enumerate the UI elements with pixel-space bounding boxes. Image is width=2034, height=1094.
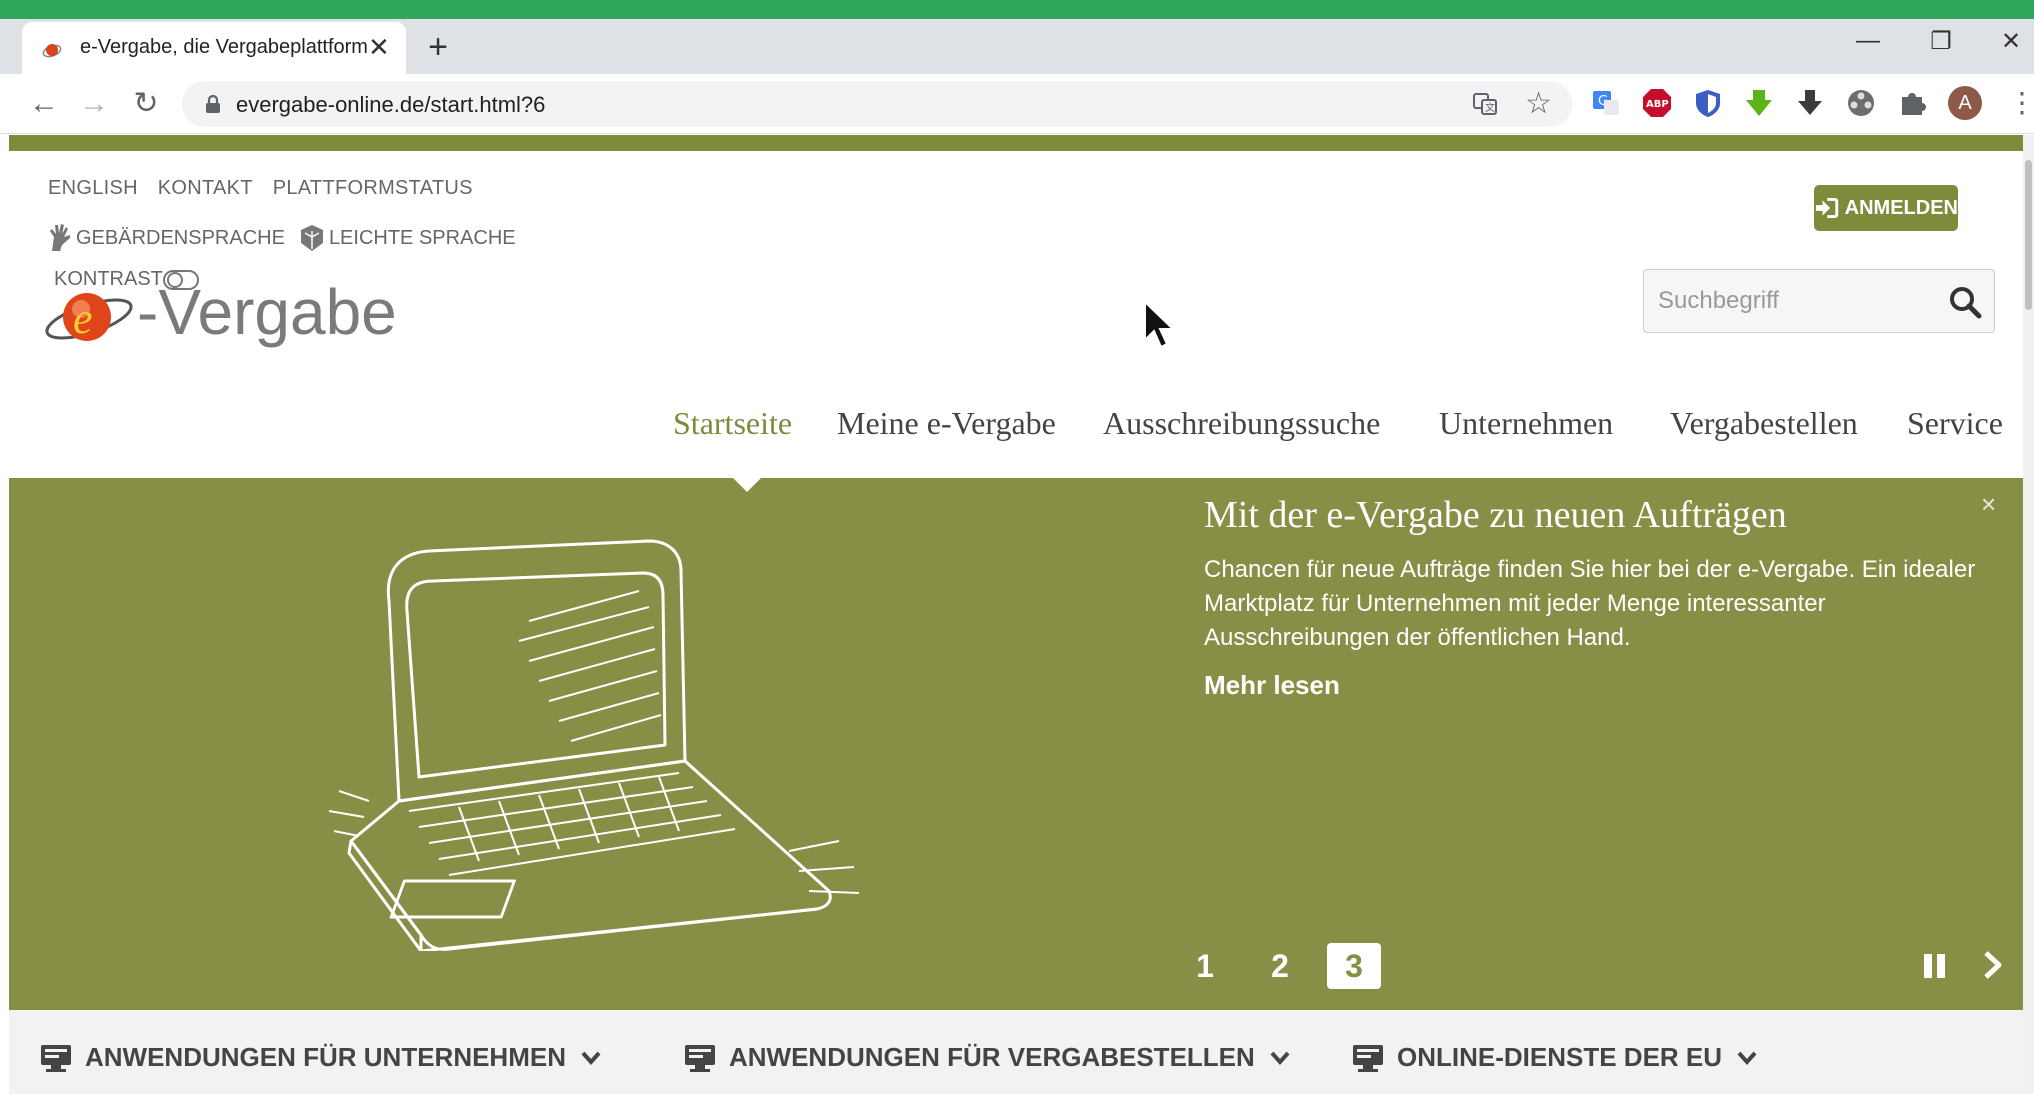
browser-menu-icon[interactable]: ⋮ — [2008, 86, 2034, 119]
window-top-strip — [0, 0, 2034, 19]
restore-button[interactable]: ❐ — [1916, 27, 1966, 56]
chevron-down-icon — [1270, 1051, 1290, 1065]
green-download-icon[interactable] — [1743, 87, 1775, 119]
forward-arrow-icon[interactable]: → — [74, 84, 114, 124]
hero-text: Chancen für neue Aufträge finden Sie hie… — [1204, 556, 1976, 651]
next-slide-icon[interactable] — [1981, 949, 2005, 981]
nav-vergabestellen[interactable]: Vergabestellen — [1670, 405, 1858, 442]
slide-pager-2[interactable]: 2 — [1253, 943, 1307, 989]
link-leichte-sprache[interactable]: LEICHTE SPRACHE — [299, 223, 516, 253]
contrast-toggle-icon — [162, 269, 199, 290]
web-page: ENGLISH KONTAKT PLATTFORMSTATUS GEBÄRDEN… — [9, 135, 2023, 1094]
pause-icon[interactable] — [1923, 953, 1947, 979]
back-arrow-icon[interactable]: ← — [24, 84, 64, 124]
header-accent-strip — [9, 135, 2023, 151]
link-plattformstatus[interactable]: PLATTFORMSTATUS — [273, 177, 473, 199]
contrast-toggle[interactable]: KONTRAST — [54, 268, 199, 291]
hero-read-more-link[interactable]: Mehr lesen — [1204, 670, 1340, 701]
laptop-illustration — [328, 539, 860, 951]
gebaerdensprache-label: GEBÄRDENSPRACHE — [76, 226, 285, 249]
link-gebaerdensprache[interactable]: GEBÄRDENSPRACHE — [48, 223, 285, 253]
browser-tab[interactable]: e-Vergabe, die Vergabeplattform ✕ — [22, 22, 406, 74]
link-english[interactable]: ENGLISH — [48, 177, 138, 199]
bookmark-star-icon[interactable]: ☆ — [1525, 86, 1552, 121]
page-scrollbar-thumb[interactable] — [2025, 160, 2032, 310]
browser-tab-bar: e-Vergabe, die Vergabeplattform ✕ + — ❐ … — [0, 19, 2034, 74]
computer-icon — [41, 1044, 71, 1072]
download-icon[interactable] — [1794, 87, 1826, 119]
google-translate-icon[interactable]: G — [1590, 87, 1622, 119]
chevron-down-icon — [581, 1051, 601, 1065]
svg-text:ABP: ABP — [1646, 99, 1669, 110]
nav-active-indicator — [733, 478, 761, 492]
dropdown-anwendungen-vergabestellen[interactable]: ANWENDUNGEN FÜR VERGABESTELLEN — [683, 1042, 1303, 1073]
dropdown-anwendungen-unternehmen[interactable]: ANWENDUNGEN FÜR UNTERNEHMEN — [39, 1042, 614, 1073]
minimize-button[interactable]: — — [1843, 27, 1893, 55]
search-icon[interactable] — [1948, 285, 1982, 319]
lock-icon — [206, 94, 220, 113]
search-input[interactable] — [1644, 270, 1934, 332]
nav-startseite[interactable]: Startseite — [673, 405, 792, 442]
hero-close-icon[interactable]: × — [1981, 489, 1996, 520]
tab-close-icon[interactable]: ✕ — [368, 32, 390, 63]
login-label: ANMELDEN — [1844, 196, 1958, 219]
reload-icon[interactable]: ↻ — [126, 84, 166, 124]
search-box — [1643, 269, 1995, 333]
easy-language-icon — [300, 225, 323, 251]
adblock-plus-icon[interactable]: ABP — [1641, 87, 1673, 119]
url-text: evergabe-online.de/start.html?6 — [236, 92, 546, 117]
login-button[interactable]: ANMELDEN — [1814, 185, 1958, 231]
meta-links: ENGLISH KONTAKT PLATTFORMSTATUS — [48, 177, 487, 200]
film-icon[interactable] — [1845, 87, 1877, 119]
slide-pager-1[interactable]: 1 — [1178, 943, 1232, 989]
computer-icon — [685, 1044, 715, 1072]
accessibility-links: GEBÄRDENSPRACHE LEICHTE SPRACHE — [48, 223, 530, 253]
sign-in-icon — [1815, 198, 1839, 218]
slide-pager-3[interactable]: 3 — [1327, 943, 1381, 989]
dropdown-online-dienste-eu[interactable]: ONLINE-DIENSTE DER EU — [1351, 1042, 1770, 1073]
translate-icon[interactable]: 文 — [1472, 91, 1498, 117]
dropdown-label: ANWENDUNGEN FÜR VERGABESTELLEN — [729, 1042, 1255, 1072]
new-tab-button[interactable]: + — [418, 27, 458, 67]
profile-avatar[interactable]: A — [1948, 86, 1982, 120]
nav-ausschreibungssuche[interactable]: Ausschreibungssuche — [1103, 405, 1380, 442]
address-bar[interactable]: evergabe-online.de/start.html?6 文 ☆ — [182, 81, 1572, 127]
dropdown-label: ONLINE-DIENSTE DER EU — [1397, 1042, 1723, 1072]
shield-icon[interactable] — [1692, 87, 1724, 119]
hero-title: Mit der e-Vergabe zu neuen Aufträgen — [1204, 494, 1787, 536]
sign-language-icon — [50, 224, 70, 251]
puzzle-icon[interactable] — [1896, 87, 1928, 119]
browser-toolbar: ← → ↻ evergabe-online.de/start.html?6 文 … — [0, 74, 2034, 134]
nav-unternehmen[interactable]: Unternehmen — [1439, 405, 1613, 442]
dropdown-label: ANWENDUNGEN FÜR UNTERNEHMEN — [85, 1042, 566, 1072]
nav-meine-e-vergabe[interactable]: Meine e-Vergabe — [837, 405, 1056, 442]
computer-icon — [1353, 1044, 1383, 1072]
mouse-cursor-icon — [1144, 300, 1176, 349]
svg-text:文: 文 — [1485, 101, 1495, 114]
svg-text:e: e — [73, 294, 93, 343]
site-favicon-icon — [42, 44, 62, 58]
chevron-down-icon — [1737, 1051, 1757, 1065]
tab-title: e-Vergabe, die Vergabeplattform — [80, 36, 368, 58]
nav-service[interactable]: Service — [1907, 405, 2003, 442]
leichte-sprache-label: LEICHTE SPRACHE — [328, 226, 516, 249]
contrast-label: KONTRAST — [54, 268, 163, 290]
close-window-button[interactable]: ✕ — [1986, 27, 2034, 56]
link-kontakt[interactable]: KONTAKT — [158, 177, 253, 199]
